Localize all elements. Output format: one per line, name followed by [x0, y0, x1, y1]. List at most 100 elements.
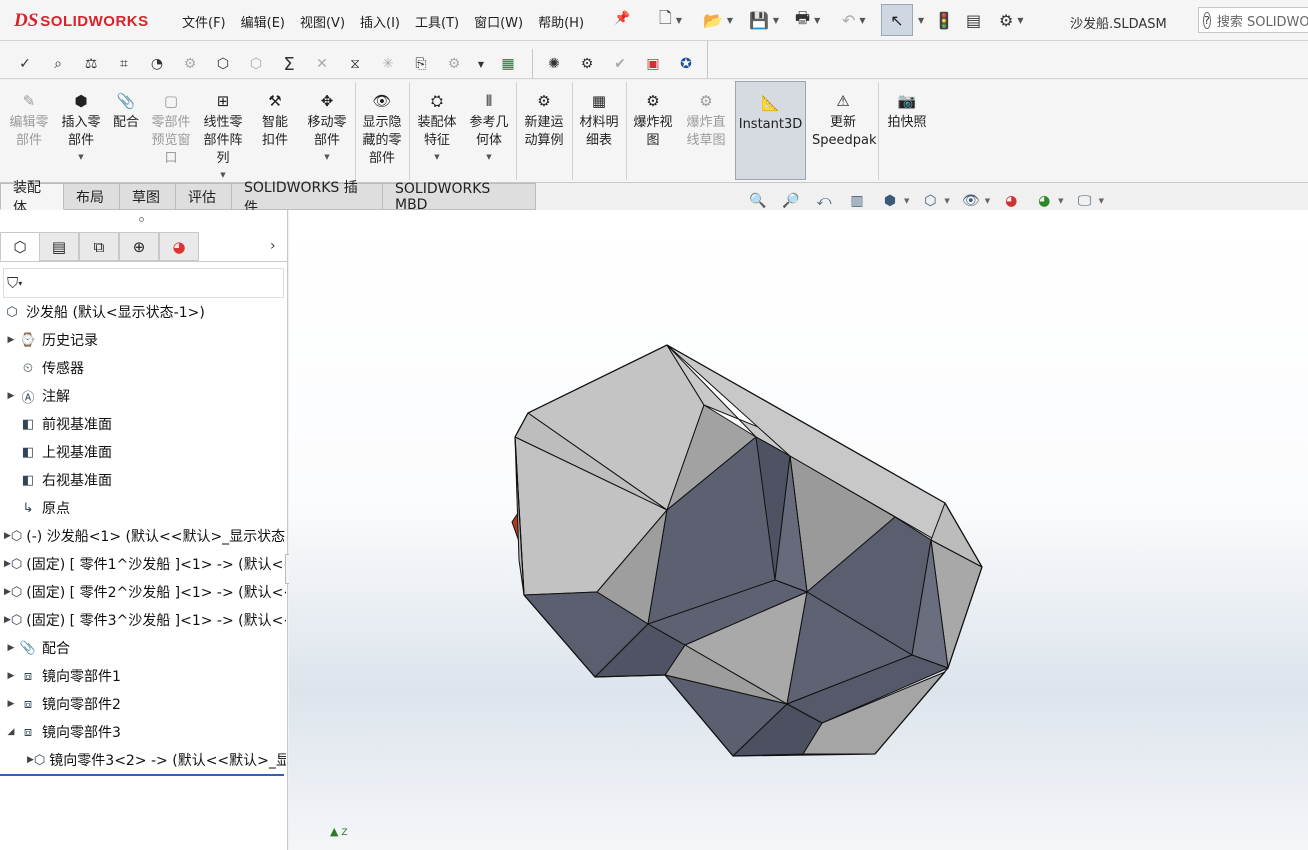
solidworks-resources-icon[interactable]: ✪: [675, 53, 697, 75]
chevron-down-icon[interactable]: ▼: [476, 53, 486, 75]
tree-item-mirror[interactable]: ◢ ⧈ 镜向零部件3: [4, 718, 121, 746]
check-icon[interactable]: ◔: [146, 53, 168, 75]
thickness-analysis-icon[interactable]: ⚙: [443, 53, 465, 75]
tree-item-sensors[interactable]: ⏲ 传感器: [4, 354, 84, 382]
tree-item-mirrored-part[interactable]: ▶⬡镜向零件3<2> -> (默认<<默认>_显示状态 1>): [27, 746, 286, 774]
equations-icon[interactable]: Σ: [278, 53, 300, 75]
view-settings-icon[interactable]: 🖵: [1074, 190, 1096, 212]
show-hidden-components-button[interactable]: 👁 显示隐藏的零部件: [357, 80, 407, 183]
chevron-down-icon[interactable]: ▼: [859, 16, 865, 25]
costing-icon[interactable]: ⚙: [576, 53, 598, 75]
menu-insert[interactable]: 插入(I): [360, 12, 400, 31]
section-properties-icon[interactable]: ⌗: [113, 53, 135, 75]
menu-tools[interactable]: 工具(T): [415, 12, 459, 31]
rebuild-button[interactable]: 🚦: [934, 9, 954, 31]
linear-pattern-button[interactable]: ⊞ 线性零部件阵列 ▼: [198, 80, 248, 183]
bill-of-materials-button[interactable]: ▦ 材料明细表: [574, 80, 624, 183]
save-button[interactable]: 💾 ▼: [749, 9, 779, 31]
chevron-down-icon[interactable]: ▼: [434, 152, 439, 162]
menu-window[interactable]: 窗口(W): [474, 12, 523, 31]
menu-file[interactable]: 文件(F): [182, 12, 226, 31]
chevron-down-icon[interactable]: ▼: [944, 197, 949, 205]
smart-fasteners-button[interactable]: ⚒ 智能扣件: [250, 80, 300, 183]
tree-item-annotations[interactable]: ▶ Ⓐ 注解: [4, 382, 70, 410]
dynamic-annotation-icon[interactable]: ⬢: [879, 190, 901, 212]
hide-show-items-icon[interactable]: 👁: [960, 190, 982, 212]
design-check-icon[interactable]: ✺: [543, 53, 565, 75]
tree-item-right-plane[interactable]: ◧ 右视基准面: [4, 466, 112, 494]
tree-item-component[interactable]: ▶⬡(固定) [ 零件1^沙发船 ]<1> -> (默认<<默认>_显示状态 1…: [4, 550, 286, 578]
mass-properties-icon[interactable]: ⚖: [80, 53, 102, 75]
assembly-features-button[interactable]: ⛭ 装配体特征 ▼: [412, 80, 462, 183]
chevron-down-icon[interactable]: ▼: [1099, 197, 1104, 205]
solidworks-logo[interactable]: DS SOLIDWORKS: [14, 6, 149, 36]
collapse-icon[interactable]: ◢: [4, 727, 18, 737]
tree-item-top-plane[interactable]: ◧ 上视基准面: [4, 438, 112, 466]
expand-icon[interactable]: ▶: [4, 531, 11, 541]
new-document-button[interactable]: 🗋 ▼: [659, 8, 682, 31]
expand-icon[interactable]: ▶: [4, 615, 11, 625]
explode-line-sketch-button[interactable]: ⚙ 爆炸直线草图: [680, 80, 732, 183]
expand-icon[interactable]: ▶: [4, 335, 18, 345]
tab-mbd[interactable]: SOLIDWORKS MBD: [383, 181, 536, 213]
chevron-down-icon[interactable]: ▼: [676, 16, 682, 25]
new-motion-study-button[interactable]: ⚙ 新建运动算例: [518, 80, 570, 183]
pin-icon[interactable]: 📌: [614, 11, 630, 26]
feature-statistics-icon[interactable]: ✕: [311, 53, 333, 75]
tree-item-mirror[interactable]: ▶ ⧈ 镜向零部件2: [4, 690, 121, 718]
zoom-to-fit-icon[interactable]: 🔍: [747, 190, 769, 212]
chevron-down-icon[interactable]: ▼: [220, 170, 225, 180]
symmetry-check-icon[interactable]: ⧖: [344, 53, 366, 75]
chevron-down-icon[interactable]: ▼: [773, 16, 779, 25]
display-manager-tab[interactable]: ◕: [159, 232, 199, 261]
chevron-right-icon[interactable]: ›: [270, 238, 276, 254]
reference-geometry-button[interactable]: ⫴ 参考几何体 ▼: [464, 80, 514, 183]
apply-scene-icon[interactable]: ◕: [1033, 190, 1055, 212]
insert-component-button[interactable]: ⬢ 插入零部件 ▼: [56, 80, 106, 183]
help-icon[interactable]: ?: [1203, 11, 1211, 29]
draft-analysis-icon[interactable]: ✳: [377, 53, 399, 75]
expand-icon[interactable]: ▶: [4, 671, 18, 681]
edit-appearance-icon[interactable]: ◕: [1000, 190, 1022, 212]
panel-grip[interactable]: [139, 217, 144, 222]
expand-icon[interactable]: ▶: [27, 755, 34, 765]
undo-button[interactable]: ↶ ▼: [842, 9, 866, 31]
view-orientation-icon[interactable]: ⬡: [919, 190, 941, 212]
tree-item-origin[interactable]: ↳ 原点: [4, 494, 70, 522]
open-button[interactable]: 📂 ▼: [703, 9, 733, 31]
configuration-manager-tab[interactable]: ⧉: [79, 232, 119, 261]
exploded-view-button[interactable]: ⚙ 爆炸视图: [628, 80, 678, 183]
section-view-icon[interactable]: ▥: [846, 190, 868, 212]
feature-manager-tab[interactable]: ⬡: [0, 232, 40, 261]
expand-icon[interactable]: ▶: [4, 587, 11, 597]
rollback-bar[interactable]: [0, 774, 284, 776]
expand-icon[interactable]: ▶: [4, 559, 11, 569]
measure-icon[interactable]: ⌕: [47, 53, 69, 75]
dimxpert-tab[interactable]: ⊕: [119, 232, 159, 261]
spell-check-icon[interactable]: ✓: [14, 53, 36, 75]
property-manager-tab[interactable]: ▤: [39, 232, 79, 261]
take-snapshot-button[interactable]: 📷 拍快照: [880, 80, 934, 183]
tree-item-component[interactable]: ▶⬡(固定) [ 零件3^沙发船 ]<1> -> (默认<<默认>_显示状态 1…: [4, 606, 286, 634]
print-button[interactable]: 🖶 ▼: [795, 8, 820, 31]
tab-layout[interactable]: 布局: [64, 183, 120, 210]
tab-addins[interactable]: SOLIDWORKS 插件: [232, 180, 383, 216]
previous-view-icon[interactable]: ⤺: [813, 190, 835, 212]
options-button[interactable]: ⚙ ▼: [999, 9, 1024, 31]
chevron-down-icon[interactable]: ▼: [486, 152, 491, 162]
select-dropdown[interactable]: ▼: [914, 9, 924, 31]
tab-assembly[interactable]: 装配体: [0, 180, 64, 216]
tree-item-mirror[interactable]: ▶ ⧈ 镜向零部件1: [4, 662, 121, 690]
publish-icon[interactable]: ▣: [642, 53, 664, 75]
zoom-to-area-icon[interactable]: 🔎: [780, 190, 802, 212]
sustainability-icon[interactable]: ✔: [609, 53, 631, 75]
tree-item-mates[interactable]: ▶ 📎 配合: [4, 634, 70, 662]
instant3d-button[interactable]: 📐 Instant3D: [735, 81, 806, 180]
tree-root[interactable]: ⬡ 沙发船 (默认<显示状态-1>): [2, 298, 204, 326]
tree-item-history[interactable]: ▶ ⌚ 历史记录: [4, 326, 98, 354]
expand-icon[interactable]: ▶: [4, 643, 18, 653]
chevron-down-icon[interactable]: ▼: [985, 197, 990, 205]
tree-filter[interactable]: ⛉ ▾: [3, 268, 284, 298]
update-speedpak-button[interactable]: ⚠ 更新Speedpak: [810, 80, 877, 183]
expand-icon[interactable]: ▶: [4, 391, 18, 401]
